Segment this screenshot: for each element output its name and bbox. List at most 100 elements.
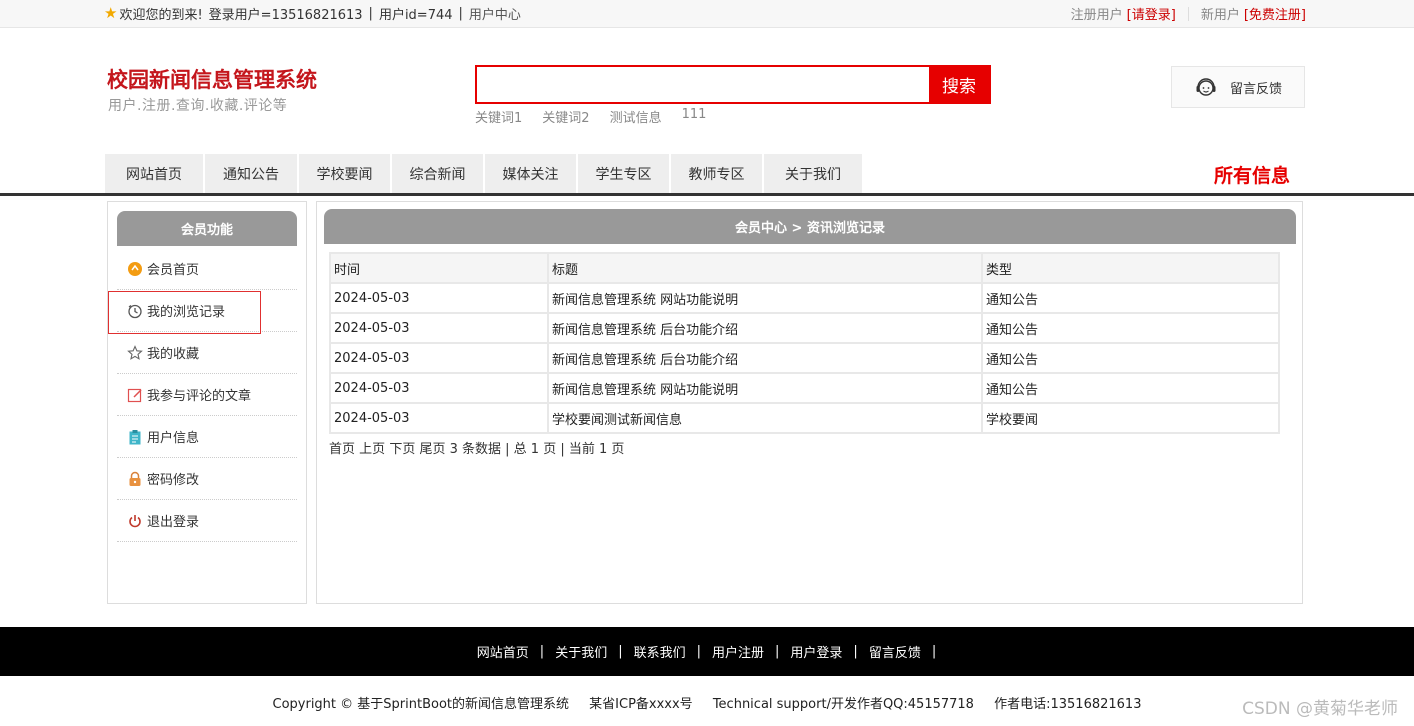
edit-icon bbox=[127, 387, 143, 403]
nav-item-about[interactable]: 关于我们 bbox=[764, 154, 864, 194]
copyright-bar: Copyright © 基于SprintBoot的新闻信息管理系统 某省ICP备… bbox=[0, 693, 1414, 712]
star-icon bbox=[127, 344, 143, 361]
phone-text: 作者电话:13516821613 bbox=[994, 697, 1142, 712]
cell-title-link[interactable]: 新闻信息管理系统 后台功能介绍 bbox=[549, 314, 981, 342]
feedback-button[interactable]: 留言反馈 bbox=[1171, 66, 1305, 108]
nav-item-students[interactable]: 学生专区 bbox=[578, 154, 671, 194]
site-subtitle: 用户.注册.查询.收藏.评论等 bbox=[108, 98, 288, 114]
search-input[interactable] bbox=[477, 67, 929, 102]
search-box: 搜索 bbox=[475, 65, 991, 104]
nav-item-school-news[interactable]: 学校要闻 bbox=[299, 154, 392, 194]
member-sidebar: 会员功能 会员首页 我的浏览记录 我的收藏 我参与评论的文章 用户信息 密码修改… bbox=[107, 201, 307, 604]
footer-link-register[interactable]: 用户注册 bbox=[712, 642, 764, 661]
lock-icon bbox=[127, 471, 143, 487]
cell-type: 通知公告 bbox=[983, 374, 1278, 402]
reg-user-label: 注册用户 bbox=[1070, 8, 1123, 23]
sidebar-item-logout[interactable]: 退出登录 bbox=[117, 500, 297, 542]
all-info-link[interactable]: 所有信息 bbox=[1214, 161, 1290, 188]
sidebar-item-label: 会员首页 bbox=[147, 263, 200, 278]
clipboard-icon bbox=[127, 429, 143, 445]
sidebar-item-commented-articles[interactable]: 我参与评论的文章 bbox=[117, 374, 297, 416]
cell-type: 通知公告 bbox=[983, 284, 1278, 312]
user-id-text: 用户id=744 bbox=[378, 8, 453, 23]
support-text: Technical support/开发作者QQ:45157718 bbox=[712, 697, 974, 712]
nav-item-teachers[interactable]: 教师专区 bbox=[671, 154, 764, 194]
copyright-text: Copyright © 基于SprintBoot的新闻信息管理系统 bbox=[272, 697, 570, 712]
table-row: 2024-05-03 新闻信息管理系统 网站功能说明 通知公告 bbox=[331, 374, 1278, 402]
panel-title: 会员中心 > 资讯浏览记录 bbox=[324, 209, 1296, 244]
cell-title-link[interactable]: 新闻信息管理系统 网站功能说明 bbox=[549, 374, 981, 402]
watermark: CSDN @黄菊华老师 bbox=[1242, 699, 1398, 719]
footer-link-feedback[interactable]: 留言反馈 bbox=[869, 642, 921, 661]
account-links: 注册用户 [请登录] 新用户 [免费注册] bbox=[1071, 4, 1306, 23]
headset-icon bbox=[1196, 78, 1216, 96]
pager-next-link[interactable]: 下页 bbox=[389, 442, 415, 457]
register-link[interactable]: [免费注册] bbox=[1244, 4, 1306, 23]
cell-time: 2024-05-03 bbox=[331, 284, 547, 312]
welcome-text: 欢迎您的到来! bbox=[119, 8, 203, 23]
sidebar-item-favorites[interactable]: 我的收藏 bbox=[117, 332, 297, 374]
cell-type: 学校要闻 bbox=[983, 404, 1278, 432]
search-button[interactable]: 搜索 bbox=[929, 67, 989, 102]
nav-item-general-news[interactable]: 综合新闻 bbox=[392, 154, 485, 194]
table-header-row: 时间 标题 类型 bbox=[331, 254, 1278, 282]
welcome-area: ★ 欢迎您的到来! 登录用户=13516821613 | 用户id=744 | … bbox=[104, 4, 521, 24]
sidebar-title: 会员功能 bbox=[117, 211, 297, 246]
new-user-label: 新用户 bbox=[1200, 8, 1240, 23]
footer-link-about[interactable]: 关于我们 bbox=[555, 642, 607, 661]
footer-link-contact[interactable]: 联系我们 bbox=[634, 642, 686, 661]
cell-title-link[interactable]: 新闻信息管理系统 网站功能说明 bbox=[549, 284, 981, 312]
login-user-text: 登录用户=13516821613 bbox=[208, 8, 363, 23]
table-row: 2024-05-03 学校要闻测试新闻信息 学校要闻 bbox=[331, 404, 1278, 432]
pager-first-link[interactable]: 首页 bbox=[329, 442, 355, 457]
sidebar-item-member-home[interactable]: 会员首页 bbox=[117, 248, 297, 290]
sidebar-item-user-info[interactable]: 用户信息 bbox=[117, 416, 297, 458]
table-row: 2024-05-03 新闻信息管理系统 后台功能介绍 通知公告 bbox=[331, 344, 1278, 372]
sidebar-item-label: 用户信息 bbox=[147, 431, 200, 446]
sidebar-item-label: 我参与评论的文章 bbox=[147, 389, 252, 404]
hotword-link[interactable]: 关键词2 bbox=[542, 107, 589, 126]
table-row: 2024-05-03 新闻信息管理系统 网站功能说明 通知公告 bbox=[331, 284, 1278, 312]
table-row: 2024-05-03 新闻信息管理系统 后台功能介绍 通知公告 bbox=[331, 314, 1278, 342]
hotword-link[interactable]: 关键词1 bbox=[475, 107, 522, 126]
hotword-link[interactable]: 测试信息 bbox=[610, 107, 662, 126]
main-nav: 网站首页 通知公告 学校要闻 综合新闻 媒体关注 学生专区 教师专区 关于我们 bbox=[105, 154, 864, 194]
hot-keywords: 关键词1 关键词2 测试信息 111 bbox=[475, 107, 706, 126]
nav-item-notices[interactable]: 通知公告 bbox=[205, 154, 299, 194]
cell-type: 通知公告 bbox=[983, 344, 1278, 372]
footer-link-login[interactable]: 用户登录 bbox=[790, 642, 842, 661]
nav-divider bbox=[0, 193, 1414, 196]
feedback-label: 留言反馈 bbox=[1230, 81, 1283, 97]
pager-last-link[interactable]: 尾页 bbox=[419, 442, 445, 457]
login-link[interactable]: [请登录] bbox=[1127, 4, 1176, 23]
nav-item-media[interactable]: 媒体关注 bbox=[485, 154, 578, 194]
sidebar-item-label: 我的收藏 bbox=[147, 347, 200, 362]
home-icon bbox=[127, 261, 143, 277]
sidebar-item-label: 退出登录 bbox=[147, 515, 200, 530]
cell-time: 2024-05-03 bbox=[331, 314, 547, 342]
hotword-link[interactable]: 111 bbox=[682, 107, 707, 126]
sidebar-item-change-password[interactable]: 密码修改 bbox=[117, 458, 297, 500]
cell-type: 通知公告 bbox=[983, 314, 1278, 342]
top-bar: ★ 欢迎您的到来! 登录用户=13516821613 | 用户id=744 | … bbox=[0, 0, 1414, 28]
site-title[interactable]: 校园新闻信息管理系统 bbox=[107, 64, 317, 94]
main-panel: 会员中心 > 资讯浏览记录 时间 标题 类型 2024-05-03 新闻信息管理… bbox=[316, 201, 1303, 604]
column-header-type: 类型 bbox=[983, 254, 1278, 282]
sidebar-item-label: 密码修改 bbox=[147, 473, 200, 488]
nav-item-home[interactable]: 网站首页 bbox=[105, 154, 205, 194]
cell-title-link[interactable]: 学校要闻测试新闻信息 bbox=[549, 404, 981, 432]
column-header-title: 标题 bbox=[549, 254, 981, 282]
cell-time: 2024-05-03 bbox=[331, 344, 547, 372]
cell-time: 2024-05-03 bbox=[331, 374, 547, 402]
pager-prev-link[interactable]: 上页 bbox=[359, 442, 385, 457]
footer-link-home[interactable]: 网站首页 bbox=[477, 642, 529, 661]
cell-title-link[interactable]: 新闻信息管理系统 后台功能介绍 bbox=[549, 344, 981, 372]
active-item-highlight bbox=[108, 291, 261, 334]
power-icon bbox=[127, 513, 143, 529]
browse-history-table: 时间 标题 类型 2024-05-03 新闻信息管理系统 网站功能说明 通知公告… bbox=[329, 252, 1280, 434]
pagination: 首页 上页 下页 尾页 3 条数据 | 总 1 页 | 当前 1 页 bbox=[329, 438, 624, 457]
user-center-link[interactable]: 用户中心 bbox=[469, 4, 521, 23]
divider bbox=[1187, 6, 1189, 21]
star-icon: ★ bbox=[104, 4, 118, 22]
footer-nav: 网站首页 | 关于我们 | 联系我们 | 用户注册 | 用户登录 | 留言反馈 | bbox=[0, 627, 1414, 676]
